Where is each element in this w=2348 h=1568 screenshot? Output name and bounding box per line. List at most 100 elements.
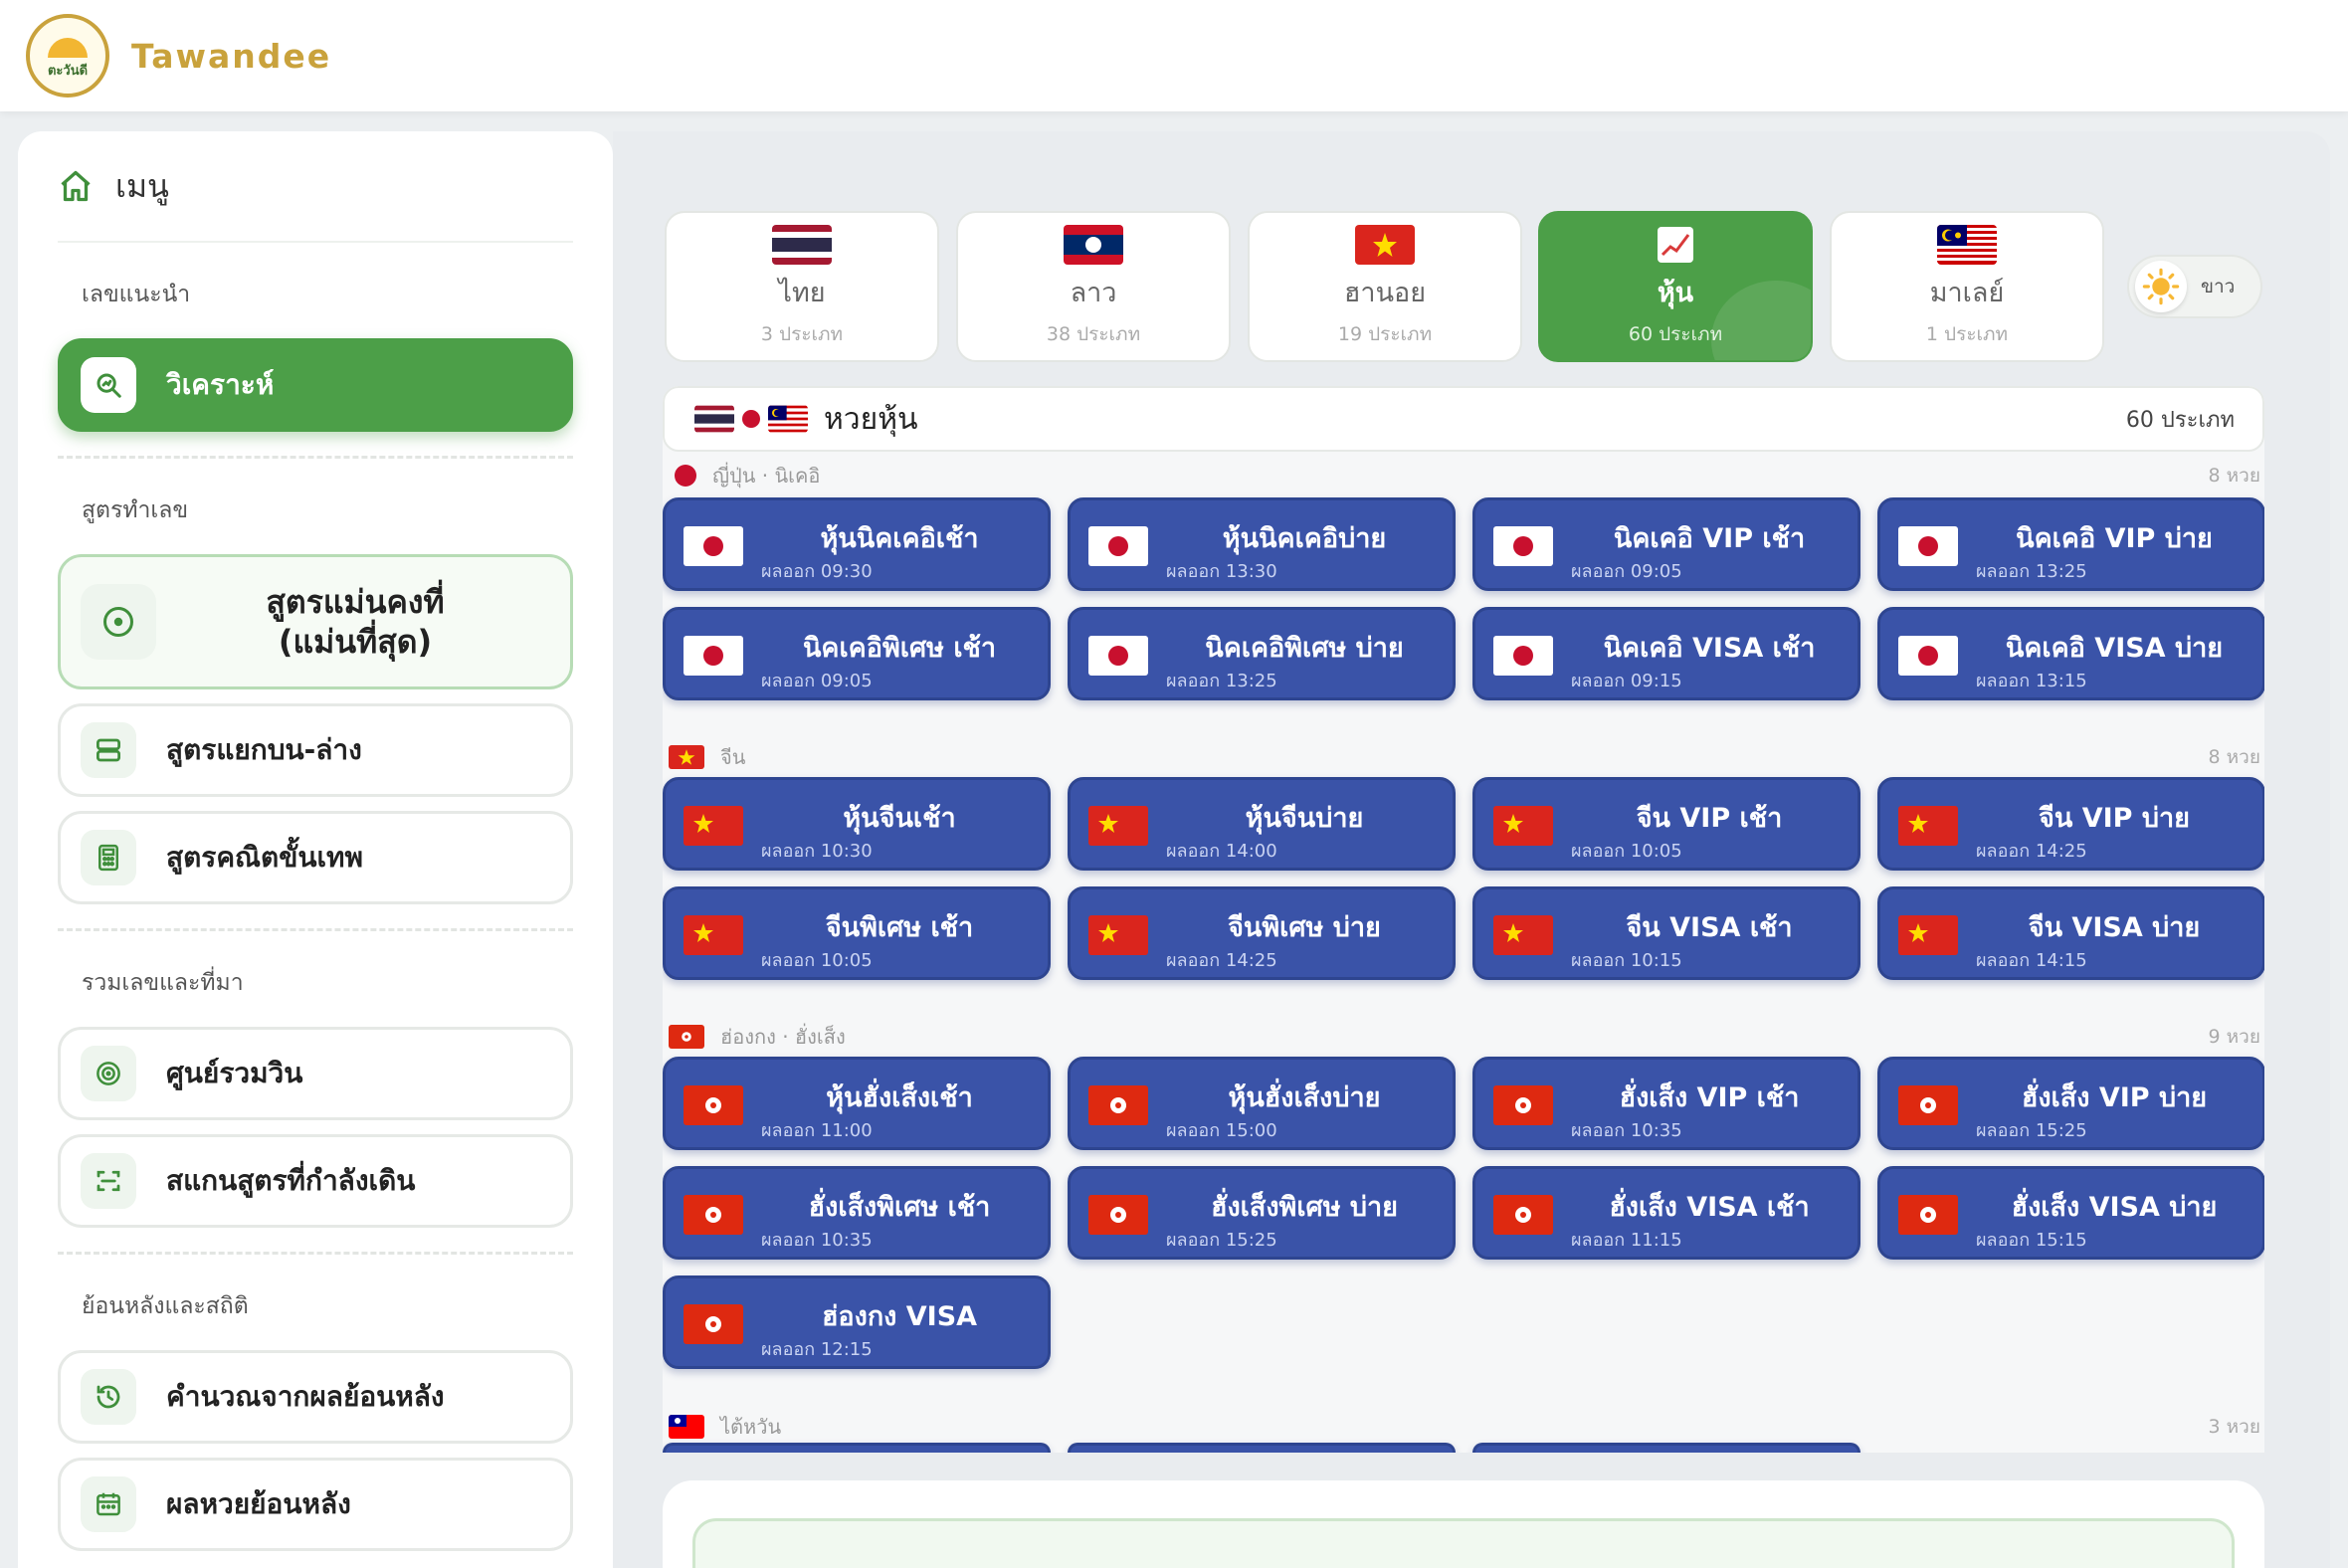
lottery-card[interactable]: นิคเคอิพิเศษ บ่าย ผลออก 13:25: [1068, 607, 1456, 700]
japan-flag-icon: [1898, 526, 1958, 566]
japan-flag-icon: [1493, 636, 1553, 676]
bottom-notice-box: [692, 1518, 2235, 1568]
card-name: จีน VIP เช้า: [1636, 803, 1783, 834]
lottery-card[interactable]: หุ้นนิคเคอิบ่าย ผลออก 13:30: [1068, 497, 1456, 591]
sidebar-item-calc-history[interactable]: คำนวณจากผลย้อนหลัง: [58, 1350, 573, 1444]
tab-count: 60 ประเภท: [1628, 322, 1723, 345]
tab-thai[interactable]: ไทย 3 ประเภท: [665, 211, 939, 362]
sidebar-item-label: ศูนย์รวมวิน: [166, 1057, 303, 1089]
card-result-time: ผลออก 14:00: [1166, 841, 1277, 862]
lottery-card[interactable]: นิคเคอิ VISA บ่ายผลออก 13:15: [1877, 607, 2264, 700]
sidebar-item-win-center[interactable]: ศูนย์รวมวิน: [58, 1027, 573, 1120]
lottery-card[interactable]: จีน VIP บ่าย ผลออก 14:25: [1877, 777, 2264, 871]
card-name: จีน VISA เช้า: [1626, 912, 1793, 943]
lottery-card[interactable]: จีนพิเศษ บ่าย ผลออก 14:25: [1068, 886, 1456, 980]
group-header-hongkong: ฮ่องกง · ฮั่งเส็ง 9 หวย: [663, 1017, 2264, 1057]
lottery-card[interactable]: ฮั่งเส็งพิเศษ เช้า ผลออก 10:35: [663, 1166, 1051, 1260]
sidebar-item-past-results[interactable]: ผลหวยย้อนหลัง: [58, 1458, 573, 1551]
app-header: ตะวันดี Tawandee: [0, 0, 2348, 111]
divider: [58, 456, 573, 459]
group-header-china: จีน 8 หวย: [663, 737, 2264, 777]
card-name: ฮั่งเส็งพิเศษ เช้า: [808, 1192, 991, 1223]
sidebar: เมนู เลขแนะนำ วิเคราะห์ สูตรทำเลข สูตรแม…: [18, 131, 613, 1568]
group-header-taiwan: ไต้หวัน 3 หวย: [663, 1407, 2264, 1447]
hongkong-flag-icon: [1898, 1085, 1958, 1125]
laos-flag-icon: [1064, 224, 1123, 265]
group-count: 8 หวย: [2208, 465, 2260, 487]
thailand-flag-icon: [772, 224, 832, 265]
hongkong-flag-icon: [669, 1025, 704, 1049]
sidebar-item-stable-formula[interactable]: สูตรแม่นคงที่ (แม่นที่สุด): [58, 554, 573, 689]
stock-lottery-panel: หวยหุ้น 60 ประเภท ญี่ปุ่น · นิเคอิ 8 หวย…: [663, 386, 2264, 1453]
sidebar-item-analyze[interactable]: วิเคราะห์: [58, 338, 573, 432]
lottery-card[interactable]: หุ้นฮั่งเส็งบ่าย ผลออก 15:00: [1068, 1057, 1456, 1150]
lottery-card[interactable]: ฮั่งเส็ง VIP เช้า ผลออก 10:35: [1472, 1057, 1860, 1150]
card-result-time: ผลออก 11:15: [1571, 1230, 1682, 1251]
lottery-card[interactable]: จีน VISA บ่าย ผลออก 14:15: [1877, 886, 2264, 980]
lottery-card[interactable]: ฮั่งเส็ง VISA เช้า ผลออก 11:15: [1472, 1166, 1860, 1260]
card-result-time: ผลออก 13:15: [1976, 671, 2087, 691]
theme-toggle-label: ขาว: [2201, 276, 2236, 297]
card-name: ฮั่งเส็ง VIP บ่าย: [2021, 1082, 2208, 1113]
lottery-card[interactable]: จีน VISA เช้าผลออก 10:15: [1472, 886, 1860, 980]
lottery-card[interactable]: หุ้นจีนเช้า ผลออก 10:30: [663, 777, 1051, 871]
section-label-history: ย้อนหลังและสถิติ: [82, 1293, 249, 1319]
card-name: นิคเคอิ VISA บ่าย: [2005, 633, 2224, 664]
bottom-panel: [663, 1480, 2264, 1568]
sidebar-item-label: สูตรคณิตขั้นเทพ: [166, 841, 363, 874]
group-count: 9 หวย: [2208, 1026, 2260, 1048]
tab-stocks[interactable]: หุ้น 60 ประเภท: [1538, 211, 1813, 362]
card-name: หุ้นจีนบ่าย: [1245, 803, 1364, 834]
tab-name: หุ้น: [1657, 277, 1694, 308]
japan-flag-icon: [1898, 636, 1958, 676]
lottery-card[interactable]: นิคเคอิ VIP บ่าย ผลออก 13:25: [1877, 497, 2264, 591]
lottery-card[interactable]: [663, 1443, 1051, 1453]
lottery-card[interactable]: ฮั่งเส็ง VIP บ่ายผลออก 15:25: [1877, 1057, 2264, 1150]
scan-icon: [97, 1170, 120, 1192]
card-result-time: ผลออก 09:15: [1571, 671, 1682, 691]
lottery-card[interactable]: หุ้นฮั่งเส็งเช้า ผลออก 11:00: [663, 1057, 1051, 1150]
tab-malaysia[interactable]: มาเลย์ 1 ประเภท: [1830, 211, 2104, 362]
china-flag-icon: [684, 806, 743, 846]
tab-hanoi[interactable]: ฮานอย 19 ประเภท: [1248, 211, 1522, 362]
lottery-card[interactable]: นิคเคอิ VIP เช้า ผลออก 09:05: [1472, 497, 1860, 591]
card-name: จีน VISA บ่าย: [2028, 912, 2201, 943]
lottery-card[interactable]: นิคเคอิ VISA เช้าผลออก 09:15: [1472, 607, 1860, 700]
group-name: ฮ่องกง · ฮั่งเส็ง: [720, 1025, 846, 1049]
card-name: หุ้นฮั่งเส็งเช้า: [826, 1082, 973, 1113]
lottery-card[interactable]: ฮั่งเส็ง VISA บ่าย ผลออก 15:15: [1877, 1166, 2264, 1260]
chart-up-icon: [1656, 225, 1695, 265]
logo-text: ตะวันดี: [47, 63, 89, 79]
china-flag-icon: [1088, 915, 1148, 955]
taiwan-flag-icon: [669, 1415, 704, 1439]
card-result-time: ผลออก 10:30: [761, 841, 873, 862]
brand-name[interactable]: Tawandee: [131, 37, 331, 76]
china-flag-icon: [1493, 915, 1553, 955]
lottery-card[interactable]: จีน VIP เช้า ผลออก 10:05: [1472, 777, 1860, 871]
sidebar-item-split-formula[interactable]: สูตรแยกบน-ล่าง: [58, 703, 573, 797]
card-result-time: ผลออก 10:35: [1571, 1120, 1682, 1141]
brand-logo[interactable]: ตะวันดี: [26, 14, 109, 98]
lottery-card[interactable]: ฮั่งเส็งพิเศษ บ่าย ผลออก 15:25: [1068, 1166, 1456, 1260]
lottery-card[interactable]: นิคเคอิพิเศษ เช้า ผลออก 09:05: [663, 607, 1051, 700]
tab-lao[interactable]: ลาว 38 ประเภท: [956, 211, 1231, 362]
card-result-time: ผลออก 10:15: [1571, 950, 1682, 971]
lottery-card[interactable]: ฮ่องกง VISA ผลออก 12:15: [663, 1275, 1051, 1369]
card-name: นิคเคอิ VISA เช้า: [1603, 633, 1816, 664]
sidebar-item-scan-formula[interactable]: สแกนสูตรที่กำลังเดิน: [58, 1134, 573, 1228]
card-result-time: ผลออก 13:25: [1976, 561, 2087, 582]
lottery-card[interactable]: หุ้นจีนบ่ายผลออก 14:00: [1068, 777, 1456, 871]
card-name: จีนพิเศษ บ่าย: [1228, 912, 1381, 943]
menu-title: เมนู: [58, 131, 573, 243]
card-name: จีน VIP บ่าย: [2039, 803, 2190, 834]
lottery-card[interactable]: จีนพิเศษ เช้า ผลออก 10:05: [663, 886, 1051, 980]
japan-flag-icon: [1088, 526, 1148, 566]
lottery-card[interactable]: [1068, 1443, 1456, 1453]
card-result-time: ผลออก 15:00: [1166, 1120, 1277, 1141]
theme-toggle[interactable]: ขาว: [2127, 255, 2262, 318]
lottery-card[interactable]: [1472, 1443, 1860, 1453]
card-result-time: ผลออก 15:25: [1976, 1120, 2087, 1141]
lottery-card[interactable]: หุ้นนิคเคอิเช้า ผลออก 09:30: [663, 497, 1051, 591]
panel-count: 60 ประเภท: [2125, 407, 2235, 433]
sidebar-item-math-formula[interactable]: สูตรคณิตขั้นเทพ: [58, 811, 573, 904]
